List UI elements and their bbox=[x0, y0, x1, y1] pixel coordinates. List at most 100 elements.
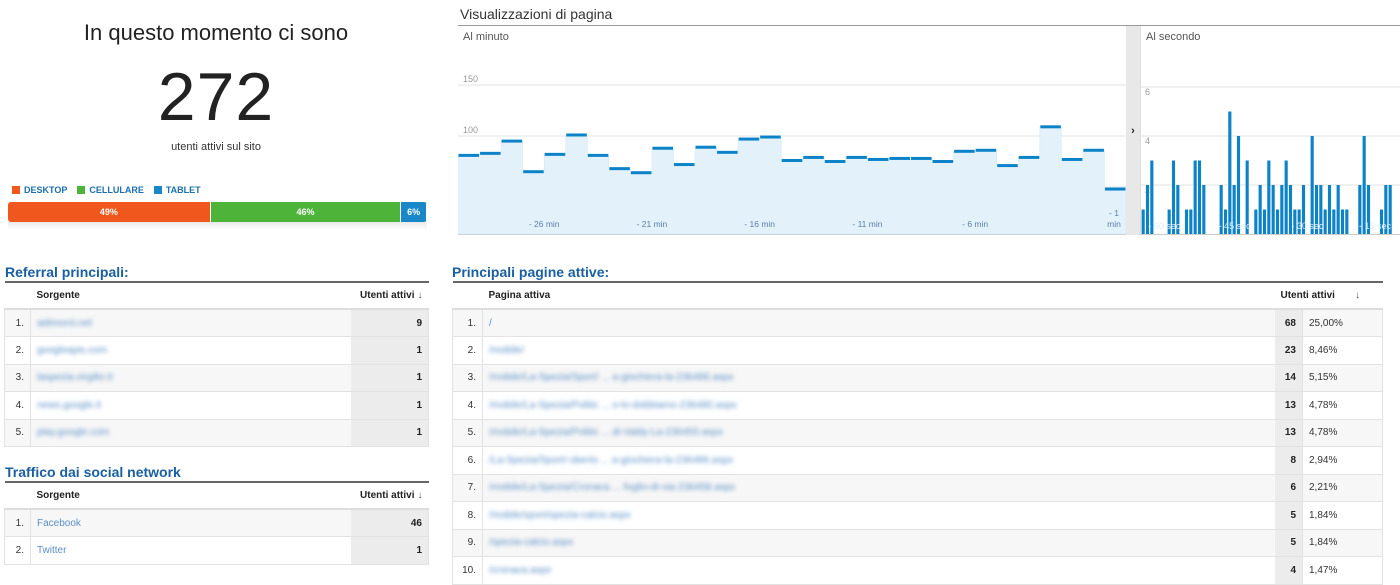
source-header: Sorgente bbox=[30, 482, 351, 510]
x-tick-label: - 11 min bbox=[852, 219, 882, 229]
x-tick-label: - 26 min bbox=[529, 219, 560, 229]
users-value: 46 bbox=[350, 509, 429, 537]
source-link[interactable]: news.google.it bbox=[30, 391, 351, 420]
minute-value-mark bbox=[867, 157, 889, 161]
row-index: 1. bbox=[4, 509, 31, 537]
x-tick-label: - 16 min bbox=[744, 219, 775, 229]
desktop-swatch bbox=[12, 186, 20, 194]
second-bar bbox=[1267, 160, 1271, 234]
source-link[interactable]: laspezia.virgilio.it bbox=[30, 364, 351, 392]
table-row: 2. googleapis.com 1 bbox=[4, 336, 429, 365]
users-value: 5 bbox=[1274, 529, 1303, 557]
table-row: 10. /cronaca.aspx 4 1,47% bbox=[452, 556, 1383, 585]
row-index: 2. bbox=[4, 336, 31, 365]
tablet-swatch bbox=[153, 186, 162, 194]
pageviews-title: Visualizzazioni di pagina bbox=[460, 6, 613, 22]
users-value: 6 bbox=[1274, 474, 1303, 502]
source-name: laspezia.virgilio.it bbox=[37, 372, 113, 384]
page-link[interactable]: /cronaca.aspx bbox=[482, 556, 1275, 585]
mobile-swatch bbox=[77, 186, 86, 194]
table-row: 3. /mobile/La-Spezia/Sport/ ... a-giochie… bbox=[452, 364, 1383, 392]
minute-value-mark bbox=[846, 155, 867, 159]
page-link[interactable]: /spezia-calcio.aspx bbox=[482, 529, 1275, 557]
page-link[interactable]: /mobile/La-Spezia/Politic ... o-lo-dobbi… bbox=[482, 391, 1275, 420]
row-index: 2. bbox=[452, 336, 483, 365]
users-value: 1 bbox=[350, 419, 429, 447]
source-link[interactable]: adimorni.net bbox=[30, 309, 351, 337]
row-index: 8. bbox=[452, 501, 483, 530]
table-row: 1. / 68 25,00% bbox=[452, 309, 1383, 337]
legend-mobile: CELLULARE bbox=[77, 185, 144, 195]
users-percent: 1,47% bbox=[1302, 556, 1383, 585]
source-name: googleapis.com bbox=[37, 344, 108, 356]
sort-down-icon: ↓ bbox=[417, 490, 423, 501]
minute-value-mark bbox=[480, 151, 501, 155]
minute-value-mark bbox=[544, 152, 566, 156]
page-link[interactable]: /mobile/sport/spezia-calcio.aspx bbox=[482, 501, 1275, 530]
second-bar bbox=[1345, 209, 1349, 234]
minute-value-mark bbox=[932, 160, 954, 163]
second-bar bbox=[1262, 209, 1267, 234]
source-name: news.google.it bbox=[37, 399, 101, 411]
page-link[interactable]: /mobile/ bbox=[482, 336, 1275, 365]
users-percent: 4,78% bbox=[1302, 419, 1383, 447]
minute-value-mark bbox=[630, 171, 652, 175]
users-header-label: Utenti attivi bbox=[1280, 290, 1335, 301]
row-index: 3. bbox=[4, 364, 31, 392]
users-percent: 2,21% bbox=[1302, 474, 1383, 502]
table-row: 1. Facebook 46 bbox=[4, 509, 429, 537]
page-link[interactable]: /mobile/La-Spezia/Politic ... di-Valdy-L… bbox=[482, 419, 1275, 447]
minute-value-mark bbox=[824, 160, 846, 163]
minute-value-mark bbox=[673, 163, 695, 167]
users-header[interactable]: Utenti attivi ↓ bbox=[350, 282, 429, 310]
row-index: 1. bbox=[4, 309, 31, 337]
source-link[interactable]: googleapis.com bbox=[30, 336, 351, 365]
source-link[interactable]: Facebook bbox=[30, 509, 351, 537]
second-bar bbox=[1327, 185, 1332, 234]
users-value: 1 bbox=[350, 536, 429, 565]
second-bar bbox=[1193, 160, 1197, 234]
legend-label: DESKTOP bbox=[24, 185, 68, 195]
mobile-segment: 46% bbox=[210, 202, 402, 222]
device-share-bar: 49% 46% 6% bbox=[8, 202, 427, 222]
source-link[interactable]: play.google.com bbox=[30, 419, 351, 447]
users-header[interactable]: Utenti attivi ↓ bbox=[350, 482, 429, 510]
chart-toggle[interactable]: › bbox=[1126, 26, 1140, 235]
sort-down-icon: ↓ bbox=[417, 290, 423, 301]
users-value: 23 bbox=[1274, 336, 1303, 365]
second-bar bbox=[1258, 185, 1262, 234]
users-header[interactable]: Utenti attivi ↓ bbox=[1274, 282, 1383, 310]
index-header bbox=[4, 282, 31, 310]
table-row: 1. adimorni.net 9 bbox=[4, 309, 429, 337]
index-header bbox=[452, 282, 483, 310]
second-bar bbox=[1271, 185, 1275, 234]
users-header-label: Utenti attivi bbox=[360, 490, 415, 501]
users-value: 68 bbox=[1274, 309, 1303, 337]
second-bar bbox=[1362, 136, 1366, 234]
page-header: Pagina attiva bbox=[482, 282, 1275, 310]
y-tick-label: 4 bbox=[1145, 136, 1150, 146]
y-tick-label: 150 bbox=[463, 74, 478, 84]
legend-desktop: DESKTOP bbox=[12, 185, 67, 195]
second-bar bbox=[1275, 209, 1280, 234]
minute-value-mark bbox=[717, 150, 738, 154]
row-index: 6. bbox=[452, 446, 483, 475]
minute-value-mark bbox=[523, 170, 544, 174]
minute-value-mark bbox=[609, 167, 630, 171]
source-link[interactable]: Twitter bbox=[30, 536, 351, 565]
users-value: 8 bbox=[1274, 446, 1303, 475]
source-name: Facebook bbox=[37, 517, 81, 529]
page-path: /mobile/La-Spezia/Politic ... o-lo-dobbi… bbox=[489, 399, 737, 411]
page-path: /cronaca.aspx bbox=[489, 564, 552, 576]
per-minute-label: Al minuto bbox=[463, 31, 509, 43]
second-bar bbox=[1141, 209, 1145, 234]
minute-value-mark bbox=[997, 164, 1018, 168]
minute-value-mark bbox=[889, 156, 911, 160]
page-link[interactable]: /mobile/La-Spezia/Sport/ ... a-giochiera… bbox=[482, 364, 1275, 392]
page-link[interactable]: / bbox=[482, 309, 1275, 337]
per-minute-svg: 50100150- 26 min- 21 min- 16 min- 11 min… bbox=[457, 74, 1127, 235]
source-header: Sorgente bbox=[30, 282, 351, 310]
page-link[interactable]: /mobile/La-Spezia/Cronaca ... foglio-di-… bbox=[482, 474, 1275, 502]
second-bar bbox=[1332, 209, 1336, 234]
page-link[interactable]: /La-Spezia/Sport/-oberto ... a-giochiera… bbox=[482, 446, 1275, 475]
